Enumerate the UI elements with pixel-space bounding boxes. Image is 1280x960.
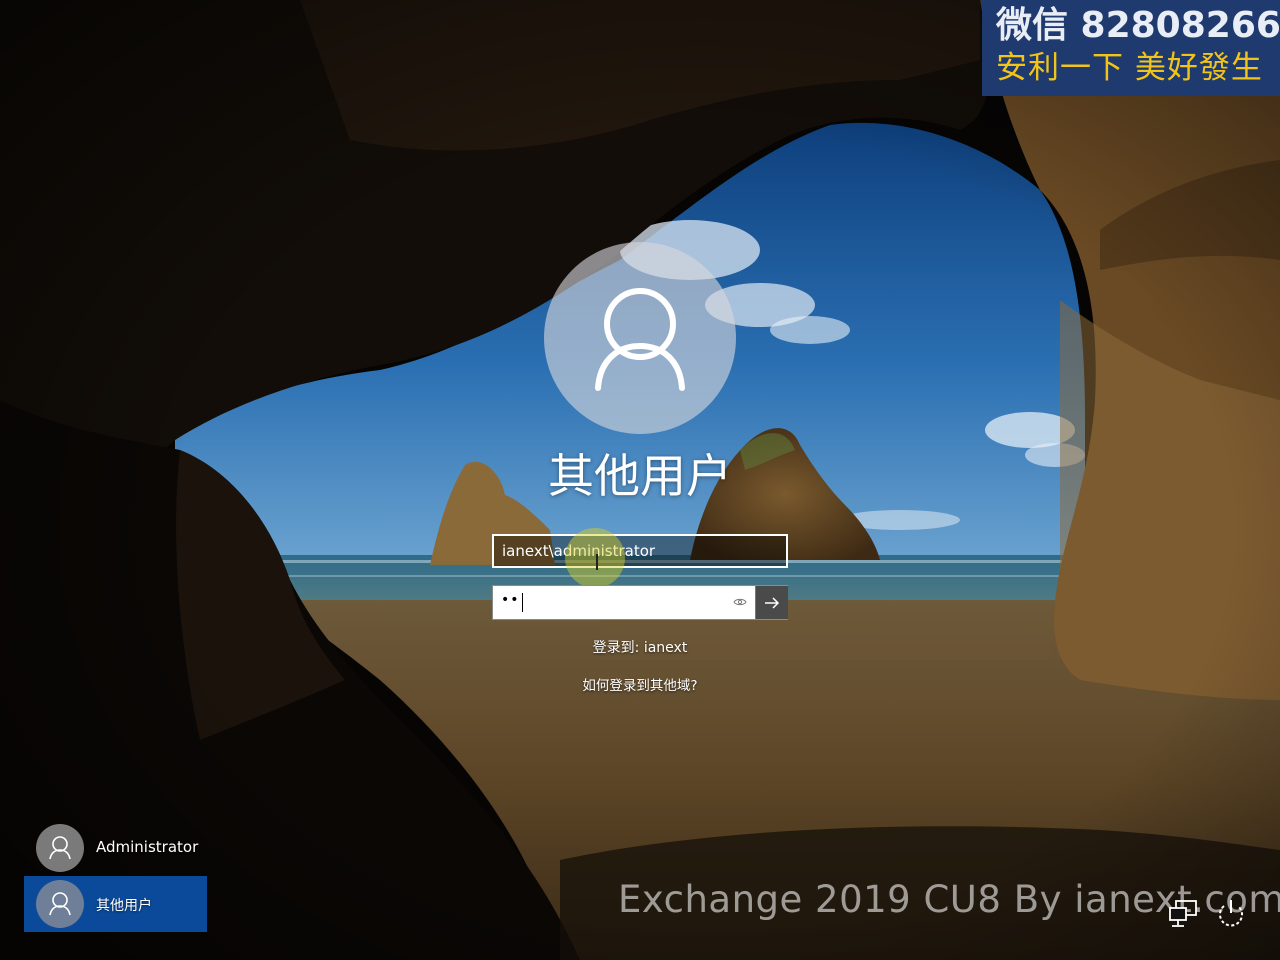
- watermark-wechat-id: 微信 82808266: [996, 5, 1280, 46]
- user-list-item-label: Administrator: [96, 838, 199, 856]
- text-caret: [522, 593, 523, 612]
- password-dots: ••: [501, 592, 520, 608]
- other-domain-link[interactable]: 如何登录到其他域?: [440, 674, 840, 694]
- lock-screen: 微信 82808266 安利一下 美好發生 其他用户 ianext\admini…: [0, 0, 1280, 960]
- user-silhouette-icon: [49, 892, 71, 916]
- wechat-watermark-banner: 微信 82808266 安利一下 美好發生: [982, 0, 1280, 96]
- user-avatar-small: [36, 880, 84, 928]
- user-avatar-small: [36, 824, 84, 872]
- username-input[interactable]: ianext\administrator: [492, 534, 788, 568]
- user-title: 其他用户: [548, 449, 732, 503]
- eye-icon[interactable]: [733, 596, 747, 608]
- user-silhouette-icon: [49, 836, 71, 860]
- mouse-cursor-highlight: [565, 528, 625, 588]
- submit-arrow-button[interactable]: [755, 586, 788, 619]
- password-input[interactable]: ••: [492, 585, 788, 620]
- user-list-item-administrator[interactable]: Administrator: [24, 820, 207, 876]
- user-list-item-label: 其他用户: [96, 898, 152, 914]
- user-avatar-large: [544, 242, 736, 434]
- user-list-item-other-user[interactable]: 其他用户: [24, 876, 207, 932]
- signin-domain-label: 登录到: ianext: [592, 640, 688, 656]
- user-silhouette-icon: [595, 288, 685, 391]
- arrow-right-icon: [765, 597, 780, 609]
- ibeam-cursor-icon: [596, 554, 598, 570]
- network-icon[interactable]: [1166, 898, 1202, 930]
- watermark-slogan: 安利一下 美好發生: [996, 50, 1263, 86]
- power-icon[interactable]: [1214, 898, 1248, 930]
